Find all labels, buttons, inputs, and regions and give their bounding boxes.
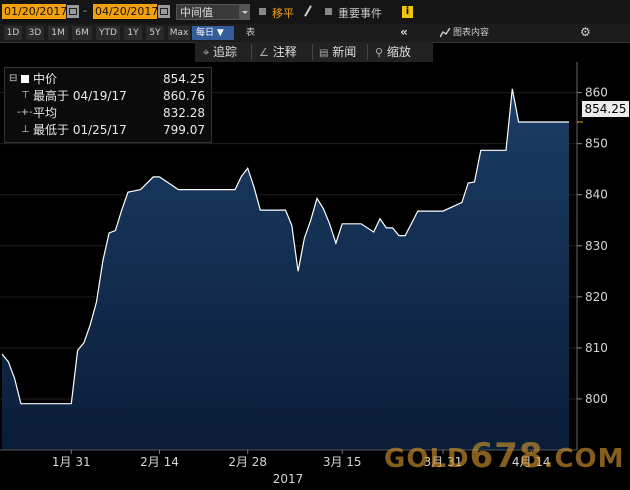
y-tick-label: 800 bbox=[585, 392, 608, 406]
legend-label: 最高于 04/19/17 bbox=[33, 89, 127, 103]
legend-row-avg: -+- 平均 832.28 bbox=[7, 105, 209, 121]
range-1m-button[interactable]: 1M bbox=[48, 26, 68, 40]
news-label: 新闻 bbox=[332, 45, 357, 59]
range-max-button[interactable]: Max bbox=[168, 26, 190, 40]
x-tick-label: 2月 28 bbox=[228, 455, 267, 469]
legend-value: 832.28 bbox=[163, 106, 205, 120]
x-tick-label: 2月 14 bbox=[140, 455, 179, 469]
divider bbox=[312, 44, 313, 60]
chart-icon bbox=[440, 28, 451, 38]
divider bbox=[367, 44, 368, 60]
date-separator: - bbox=[83, 4, 87, 17]
range-5y-button[interactable]: 5Y bbox=[146, 26, 164, 40]
y-tick-label: 820 bbox=[585, 290, 608, 304]
legend-value: 854.25 bbox=[163, 72, 205, 86]
table-button[interactable]: 表 bbox=[246, 26, 260, 40]
chart-tools-bar: ⌖ 追踪 ∠ 注释 ▤ 新闻 ⚲ 缩放 bbox=[195, 42, 433, 62]
watermark-logo: GOLD678.COM bbox=[384, 436, 625, 476]
legend-value: 860.76 bbox=[163, 89, 205, 103]
track-label: 追踪 bbox=[213, 45, 238, 59]
crosshair-icon: ⌖ bbox=[203, 46, 210, 59]
x-tick-label: 1月 31 bbox=[52, 455, 91, 469]
end-date-input[interactable]: 04/20/2017 bbox=[93, 4, 158, 19]
top-toolbar: 01/20/2017 - 04/20/2017 中间值 移平 重要事件 i bbox=[0, 0, 630, 25]
start-date-input[interactable]: 01/20/2017 bbox=[2, 4, 67, 19]
annotate-button[interactable]: ∠ 注释 bbox=[259, 45, 297, 60]
divider bbox=[251, 44, 252, 60]
legend-label: 最低于 01/25/17 bbox=[33, 123, 127, 137]
y-tick-label: 830 bbox=[585, 239, 608, 253]
calendar-icon[interactable] bbox=[158, 5, 170, 18]
x-year-label: 2017 bbox=[273, 472, 304, 486]
legend-row-high: ⊤ 最高于 04/19/17 860.76 bbox=[7, 88, 209, 104]
chevron-down-icon[interactable] bbox=[240, 4, 250, 20]
news-button[interactable]: ▤ 新闻 bbox=[319, 45, 356, 61]
terminal-chart-window: 800 810 820 830 840 850 860 1月 31 2月 14 2月 28 3月 1… bbox=[0, 0, 630, 490]
legend-label: 平均 bbox=[33, 106, 58, 120]
events-checkbox[interactable] bbox=[325, 8, 332, 15]
legend-value: 799.07 bbox=[163, 123, 205, 137]
events-label[interactable]: 重要事件 bbox=[338, 5, 382, 21]
range-toolbar: 1D 3D 1M 6M YTD 1Y 5Y Max 每日 ▼ 表 « 图表内容 … bbox=[0, 24, 630, 43]
annotate-icon: ∠ bbox=[259, 46, 269, 59]
track-button[interactable]: ⌖ 追踪 bbox=[203, 45, 237, 60]
legend-panel: ⊟ 中价 854.25 ⊤ 最高于 04/19/17 860.76 -+- 平均… bbox=[4, 67, 212, 143]
legend-row-low: ⊥ 最低于 01/25/17 799.07 bbox=[7, 122, 209, 138]
range-1y-button[interactable]: 1Y bbox=[124, 26, 142, 40]
collapse-button[interactable]: « bbox=[392, 26, 416, 40]
y-tick-label: 840 bbox=[585, 188, 608, 202]
y-tick-label: 860 bbox=[585, 86, 608, 100]
news-icon: ▤ bbox=[319, 48, 329, 59]
calendar-icon[interactable] bbox=[67, 5, 79, 18]
period-select[interactable]: 每日 ▼ bbox=[192, 26, 234, 40]
y-tick-label: 850 bbox=[585, 137, 608, 151]
price-mode-select[interactable]: 中间值 bbox=[176, 4, 240, 20]
range-3d-button[interactable]: 3D bbox=[26, 26, 44, 40]
pencil-icon[interactable] bbox=[304, 5, 312, 17]
info-icon[interactable]: i bbox=[402, 6, 413, 18]
range-ytd-button[interactable]: YTD bbox=[96, 26, 120, 40]
chart-content-button[interactable]: 图表内容 bbox=[453, 26, 489, 40]
annotate-label: 注释 bbox=[272, 45, 297, 59]
legend-row-mid[interactable]: ⊟ 中价 854.25 bbox=[7, 71, 209, 87]
y-tick-label: 810 bbox=[585, 341, 608, 355]
legend-label: 中价 bbox=[33, 72, 58, 86]
move-label[interactable]: 移平 bbox=[272, 5, 294, 21]
zoom-button[interactable]: ⚲ 缩放 bbox=[375, 45, 411, 60]
current-price-tag: 854.25 bbox=[582, 101, 629, 117]
move-checkbox[interactable] bbox=[259, 8, 266, 15]
search-icon: ⚲ bbox=[375, 46, 384, 59]
range-1d-button[interactable]: 1D bbox=[4, 26, 22, 40]
gear-icon[interactable]: ⚙ bbox=[580, 25, 591, 39]
zoom-label: 缩放 bbox=[386, 45, 411, 59]
range-6m-button[interactable]: 6M bbox=[72, 26, 92, 40]
series-swatch bbox=[21, 75, 29, 83]
x-tick-label: 3月 15 bbox=[323, 455, 362, 469]
